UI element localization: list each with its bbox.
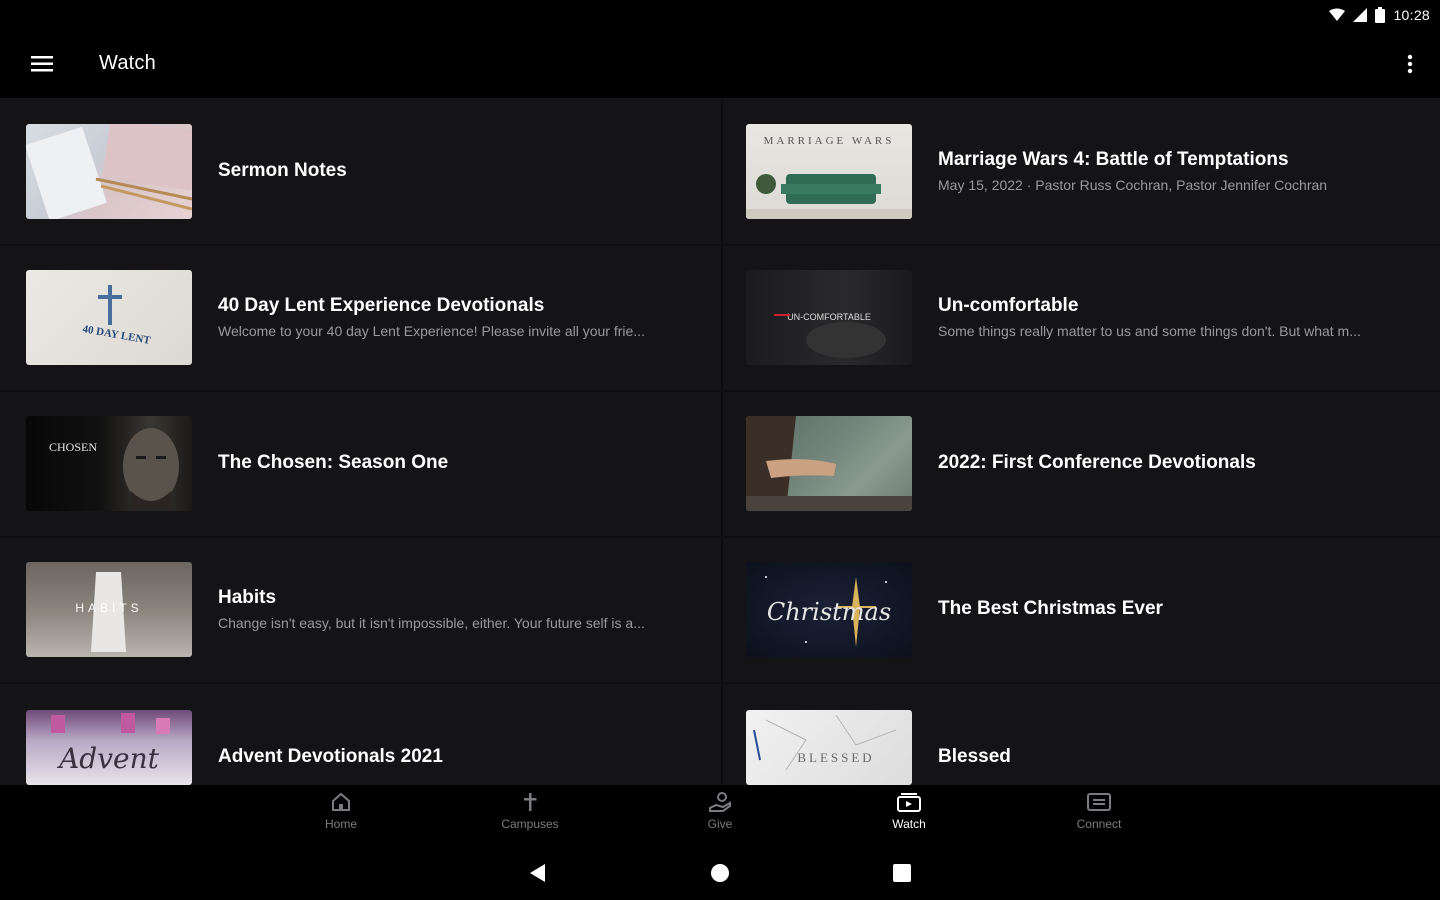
home-icon (332, 792, 350, 811)
list-item[interactable]: MARRIAGE WARS Marriage Wars 4: Battle of… (720, 98, 1440, 244)
item-text: 2022: First Conference Devotionals (938, 390, 1414, 536)
item-text: 40 Day Lent Experience Devotionals Welco… (218, 244, 694, 390)
item-subtitle: Change isn't easy, but it isn't impossib… (218, 615, 645, 631)
item-text: Marriage Wars 4: Battle of Temptations M… (938, 98, 1414, 244)
more-vertical-icon (1407, 54, 1413, 74)
item-title: Blessed (938, 746, 1011, 767)
list-item[interactable]: UN-COMFORTABLE Un-comfortable Some thing… (720, 244, 1440, 390)
item-title: Habits (218, 587, 277, 608)
watch-icon (897, 793, 921, 812)
thumb-text: MARRIAGE WARS (764, 135, 895, 147)
list-item[interactable]: Christmas The Best Christmas Ever (720, 536, 1440, 682)
item-text: Habits Change isn't easy, but it isn't i… (218, 536, 694, 682)
list-item[interactable]: CHOSEN The Chosen: Season One (0, 390, 720, 536)
signal-icon (1353, 8, 1368, 22)
nav-campuses[interactable]: Campuses (470, 791, 590, 841)
hamburger-menu-icon (31, 56, 53, 72)
nav-home[interactable]: Home (281, 791, 401, 841)
item-title: 2022: First Conference Devotionals (938, 452, 1256, 473)
nav-give[interactable]: Give (660, 791, 780, 841)
item-subtitle: Some things really matter to us and some… (938, 323, 1361, 339)
thumb-text: UN-COMFORTABLE (787, 312, 871, 322)
watch-list: Sermon Notes MARRIAGE WARS Marriage Wars… (0, 98, 1440, 785)
sermon-notes-thumbnail (26, 124, 192, 219)
nav-label: Connect (1076, 817, 1122, 831)
nav-label: Give (707, 817, 733, 831)
list-item[interactable]: 40 DAY LENT 40 Day Lent Experience Devot… (0, 244, 720, 390)
item-text: Un-comfortable Some things really matter… (938, 244, 1414, 390)
christmas-thumbnail: Christmas (746, 562, 912, 657)
item-text: Blessed (938, 710, 1414, 785)
status-icons: 10:28 (1329, 5, 1430, 25)
thumb-text: Advent (56, 742, 160, 775)
item-text: The Best Christmas Ever (938, 536, 1414, 682)
status-bar: 10:28 (0, 0, 1440, 30)
marriage-wars-thumbnail: MARRIAGE WARS (746, 124, 912, 219)
thumb-text: Christmas (767, 598, 891, 626)
wifi-icon (1329, 8, 1346, 21)
conference-thumbnail (746, 416, 912, 511)
item-title: Marriage Wars 4: Battle of Temptations (938, 149, 1289, 170)
item-subtitle: Welcome to your 40 day Lent Experience! … (218, 323, 645, 339)
blessed-thumbnail: BLESSED (746, 710, 912, 785)
system-back-button[interactable] (526, 861, 550, 885)
connect-icon (1087, 793, 1111, 811)
system-navigation (0, 845, 1440, 900)
list-item[interactable]: BLESSED Blessed (720, 682, 1440, 785)
more-options-button[interactable] (1398, 44, 1422, 84)
nav-label: Home (324, 817, 357, 831)
nav-label: Watch (892, 817, 926, 831)
list-item[interactable]: Sermon Notes (0, 98, 720, 244)
thumb-text: CHOSEN (49, 440, 97, 454)
system-home-button[interactable] (708, 861, 732, 885)
thumb-text: HABITS (75, 601, 142, 615)
list-item[interactable]: 2022: First Conference Devotionals (720, 390, 1440, 536)
advent-thumbnail: Advent (26, 710, 192, 785)
nav-label: Campuses (501, 817, 559, 831)
list-item[interactable]: HABITS Habits Change isn't easy, but it … (0, 536, 720, 682)
item-title: Un-comfortable (938, 295, 1079, 316)
cross-icon (524, 793, 537, 811)
system-recents-button[interactable] (890, 861, 914, 885)
habits-thumbnail: HABITS (26, 562, 192, 657)
item-subtitle: May 15, 2022 · Pastor Russ Cochran, Past… (938, 177, 1328, 193)
status-time: 10:28 (1393, 7, 1430, 23)
nav-watch[interactable]: Watch (849, 791, 969, 841)
item-title: Sermon Notes (218, 160, 347, 181)
item-title: The Chosen: Season One (218, 452, 449, 473)
give-icon (709, 792, 731, 812)
bottom-navigation: Home Campuses Give Watch Connect (0, 785, 1440, 845)
back-icon (530, 864, 545, 882)
item-text: Sermon Notes (218, 98, 694, 244)
list-item[interactable]: Advent Advent Devotionals 2021 (0, 682, 720, 785)
the-chosen-thumbnail: CHOSEN (26, 416, 192, 511)
item-title: Advent Devotionals 2021 (218, 746, 443, 767)
uncomfortable-thumbnail: UN-COMFORTABLE (746, 270, 912, 365)
item-title: The Best Christmas Ever (938, 598, 1163, 619)
app-bar: Watch (0, 30, 1440, 98)
thumb-text: BLESSED (797, 750, 874, 765)
item-title: 40 Day Lent Experience Devotionals (218, 295, 545, 316)
battery-icon (1375, 7, 1386, 23)
page-title: Watch (99, 52, 156, 74)
menu-button[interactable] (22, 44, 62, 84)
lent-thumbnail: 40 DAY LENT (26, 270, 192, 365)
item-text: Advent Devotionals 2021 (218, 710, 694, 785)
thumb-text: 40 DAY LENT (82, 323, 153, 347)
nav-connect[interactable]: Connect (1039, 791, 1159, 841)
recents-icon (893, 864, 911, 882)
item-text: The Chosen: Season One (218, 390, 694, 536)
home-circle-icon (711, 864, 729, 882)
